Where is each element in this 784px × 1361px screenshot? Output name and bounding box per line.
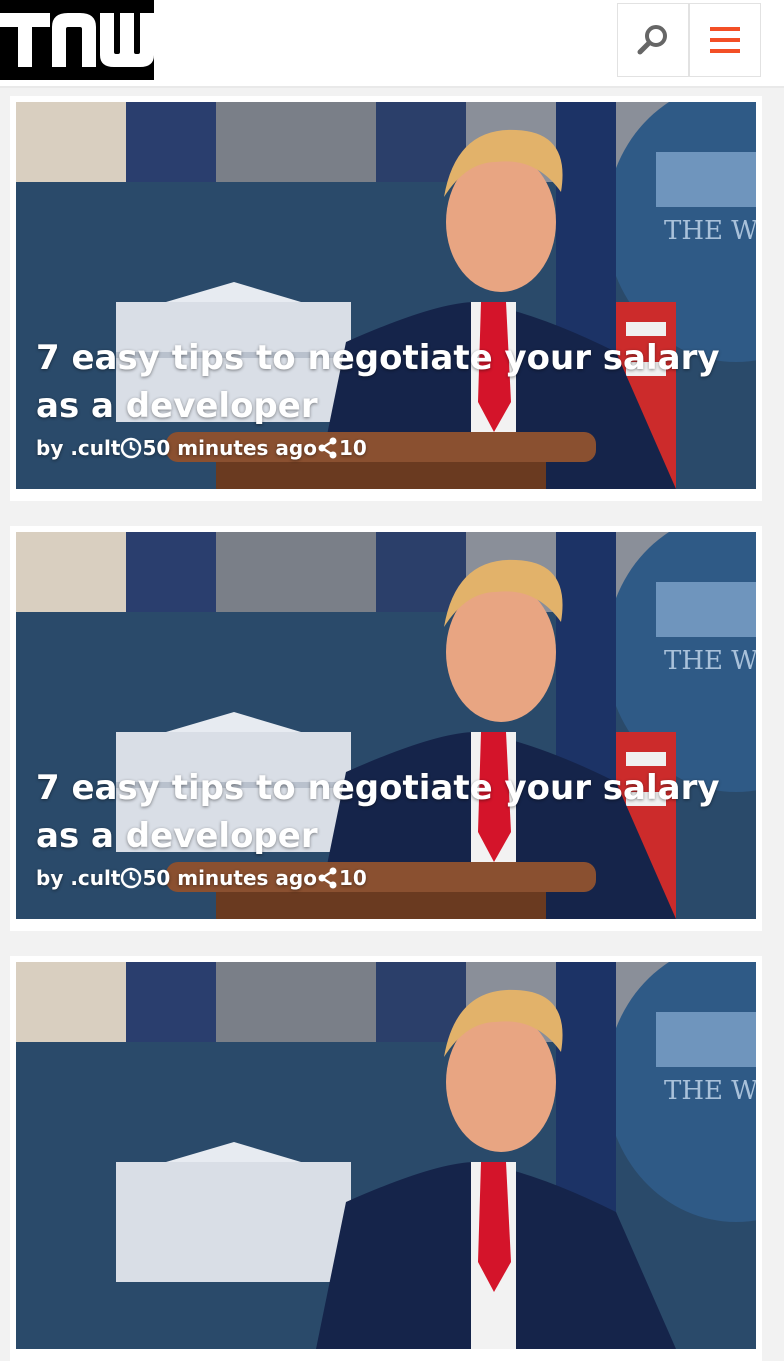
article-time: 50 minutes ago xyxy=(142,866,317,890)
article-image: THE W xyxy=(16,102,756,489)
article-image: THE W xyxy=(16,962,756,1349)
article-card[interactable]: THE W 7 easy tips to negotiate your sala… xyxy=(10,96,762,501)
article-share-count[interactable]: 10 xyxy=(339,864,367,892)
share-icon xyxy=(318,437,337,459)
article-card[interactable]: THE W xyxy=(10,956,762,1361)
hamburger-menu-icon xyxy=(710,27,740,53)
site-header xyxy=(0,0,784,88)
svg-text:THE W: THE W xyxy=(664,216,756,246)
article-card-media[interactable]: THE W 7 easy tips to negotiate your sala… xyxy=(16,102,756,489)
article-time: 50 minutes ago xyxy=(142,436,317,460)
tnw-logo[interactable] xyxy=(0,0,154,80)
article-title[interactable]: 7 easy tips to negotiate your salary as … xyxy=(36,334,756,430)
search-icon xyxy=(637,25,667,55)
menu-button[interactable] xyxy=(689,3,761,77)
article-author[interactable]: by .cult xyxy=(36,434,120,462)
svg-text:THE W: THE W xyxy=(664,1076,756,1106)
search-button[interactable] xyxy=(617,3,689,77)
share-icon xyxy=(318,867,337,889)
article-meta: by .cult 50 minutes ago 10 xyxy=(36,434,367,462)
svg-text:THE W: THE W xyxy=(664,646,756,676)
article-card[interactable]: THE W 7 easy tips to negotiate your sala… xyxy=(10,526,762,931)
tnw-logo-icon xyxy=(0,13,154,67)
clock-icon xyxy=(121,867,142,889)
article-share-count[interactable]: 10 xyxy=(339,434,367,462)
article-image: THE W xyxy=(16,532,756,919)
article-card-media[interactable]: THE W xyxy=(16,962,756,1349)
article-card-media[interactable]: THE W 7 easy tips to negotiate your sala… xyxy=(16,532,756,919)
article-author[interactable]: by .cult xyxy=(36,864,120,892)
article-meta: by .cult 50 minutes ago 10 xyxy=(36,864,367,892)
article-title[interactable]: 7 easy tips to negotiate your salary as … xyxy=(36,764,756,860)
clock-icon xyxy=(121,437,142,459)
